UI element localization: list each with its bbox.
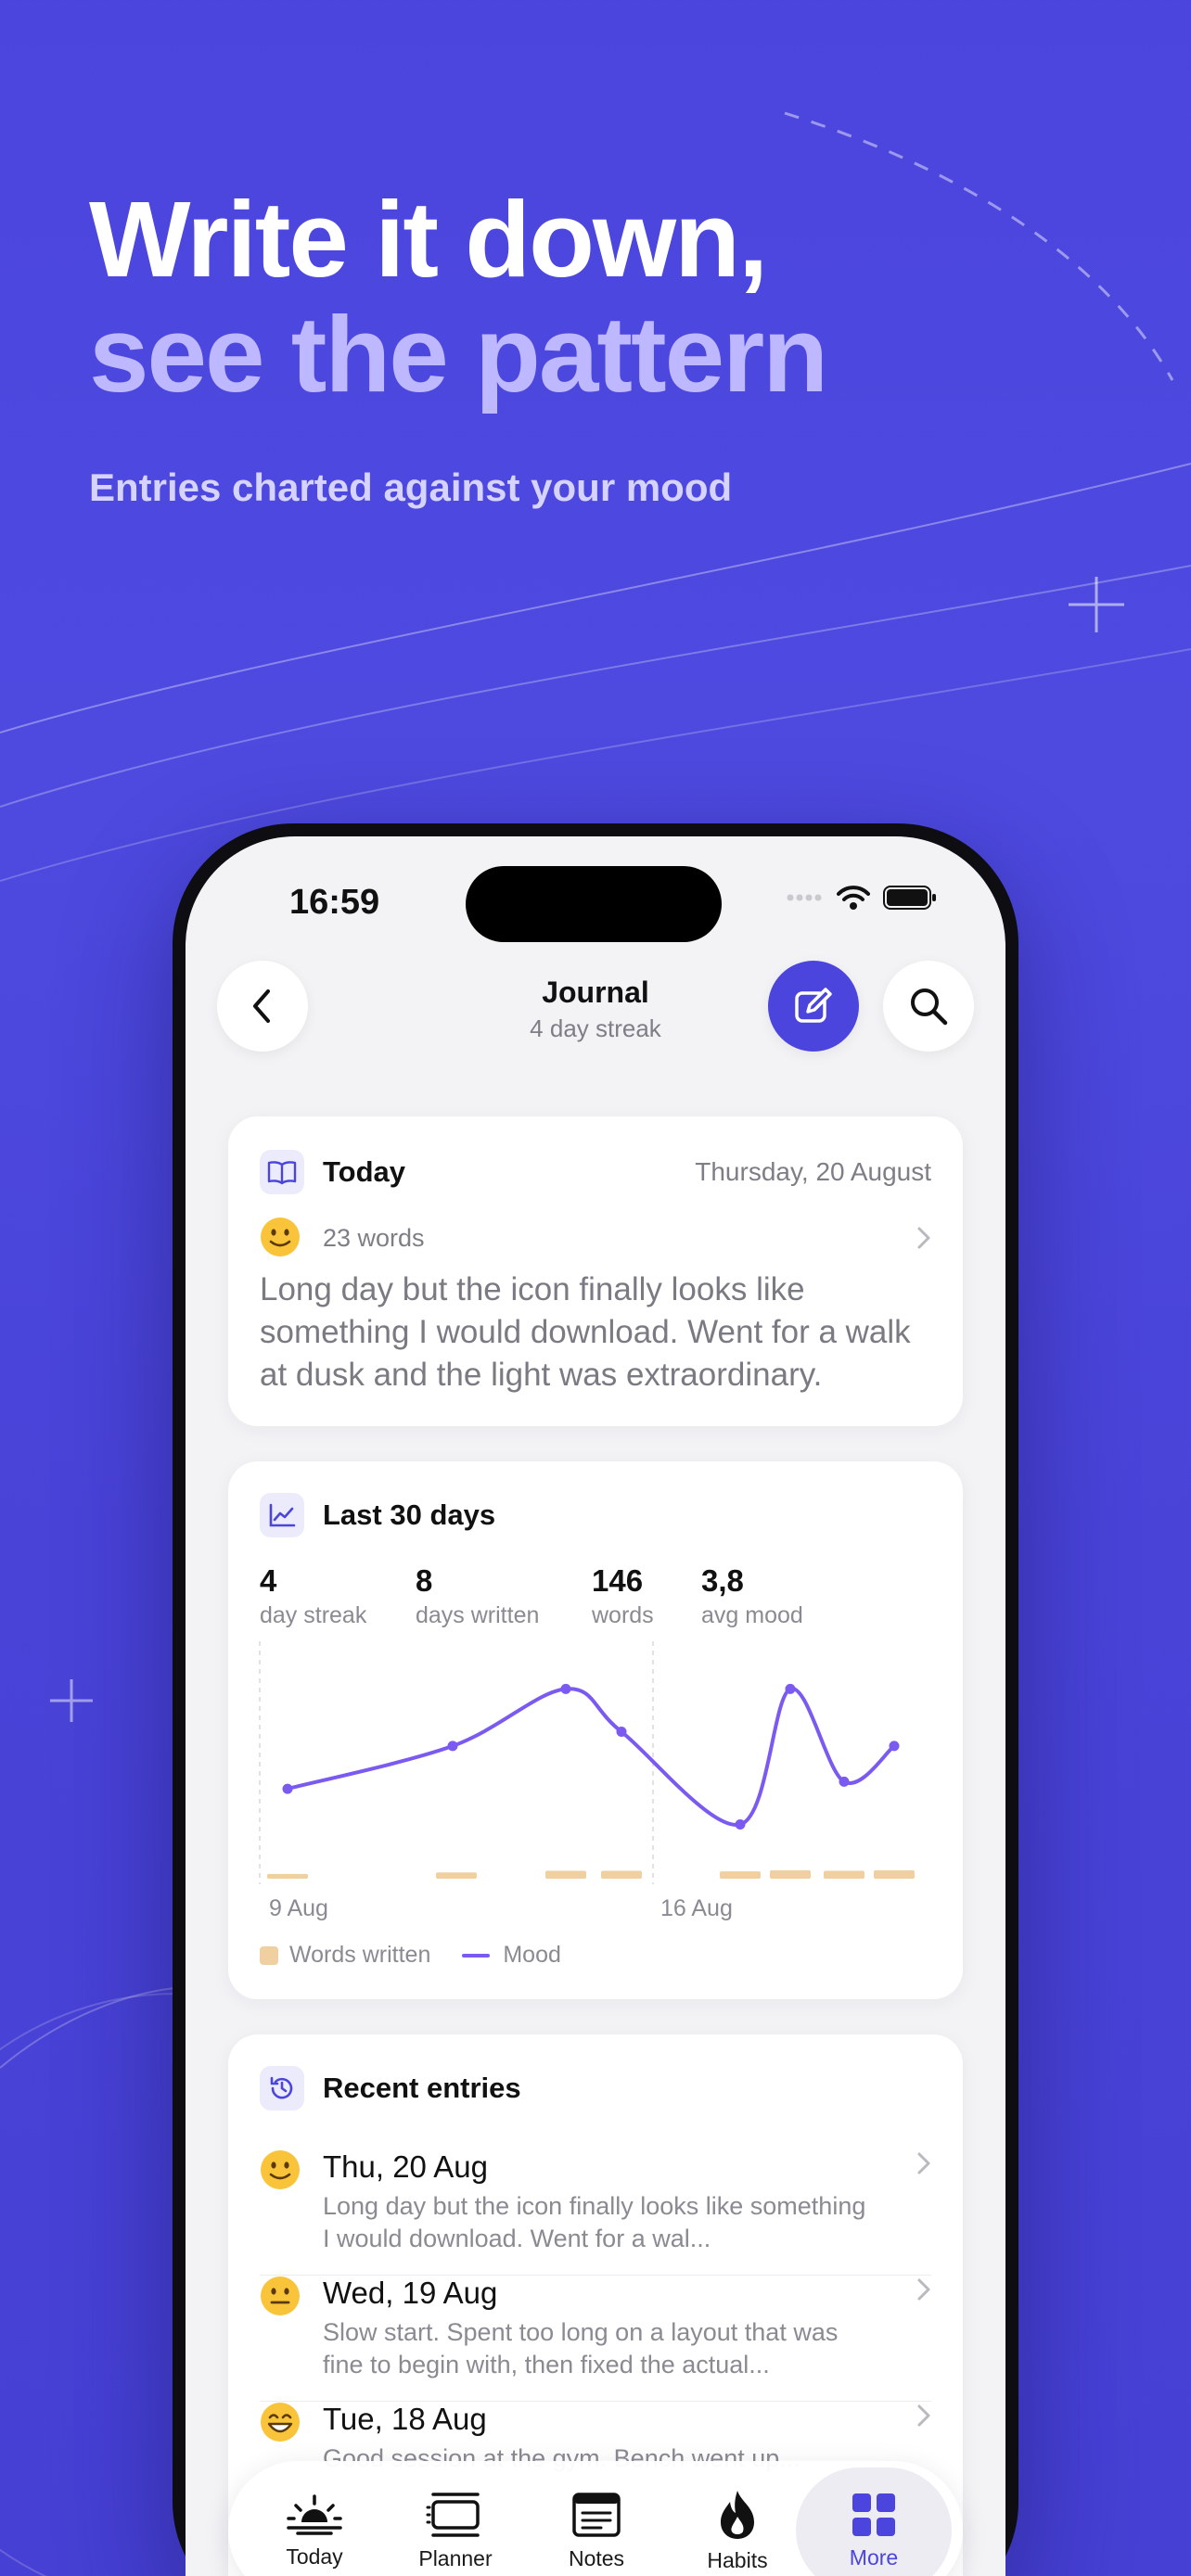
- status-bar: 16:59: [186, 836, 1005, 942]
- signal-icon: [787, 894, 822, 901]
- planner-icon: [426, 2492, 480, 2537]
- page-subtitle: 4 day streak: [530, 1014, 661, 1042]
- tab-label: Habits: [707, 2547, 768, 2572]
- today-date: Thursday, 20 August: [695, 1157, 931, 1186]
- search-button[interactable]: [883, 961, 974, 1052]
- mood-point: [282, 1783, 293, 1794]
- entry-row[interactable]: Thu, 20 Aug Long day but the icon finall…: [228, 2149, 963, 2276]
- grid-icon: [852, 2493, 895, 2536]
- phone-frame: 16:59 Journal 4 day streak Today Thursda…: [173, 823, 1018, 2576]
- neutral-emoji-icon: [261, 2276, 300, 2315]
- status-icons: [787, 885, 937, 911]
- entry-date: Wed, 19 Aug: [323, 2276, 498, 2310]
- words-bar: [770, 1870, 811, 1879]
- battery-icon: [883, 886, 936, 910]
- words-bar: [601, 1870, 642, 1879]
- subheadline: Entries charted against your mood: [89, 465, 733, 509]
- mood-point: [616, 1727, 627, 1738]
- search-icon: [911, 988, 948, 1026]
- mood-point: [735, 1819, 746, 1830]
- chevron-right-icon: [917, 2278, 930, 2301]
- stats-card: Last 30 days 4 day streak 8 days written…: [228, 1461, 963, 1999]
- today-card-title: Today: [323, 1155, 405, 1188]
- today-word-count: 23 words: [323, 1224, 425, 1252]
- tab-planner[interactable]: Planner: [386, 2461, 525, 2576]
- compose-icon: [795, 988, 832, 1023]
- slight-smile-emoji-icon: [261, 2150, 300, 2189]
- chart-legend: Words written Mood: [260, 1942, 561, 1969]
- entry-row[interactable]: Wed, 19 Aug Slow start. Spent too long o…: [228, 2276, 963, 2402]
- words-bar: [545, 1870, 586, 1879]
- tab-label: Today: [286, 2544, 343, 2569]
- today-card[interactable]: Today Thursday, 20 August 23 words Long …: [228, 1116, 963, 1426]
- x-tick-label: 16 Aug: [660, 1895, 733, 1921]
- phone-screen: 16:59 Journal 4 day streak Today Thursda…: [186, 836, 1005, 2576]
- headline-line-2: see the pattern: [89, 294, 828, 414]
- dynamic-island: [466, 866, 722, 942]
- tab-today[interactable]: Today: [245, 2461, 384, 2576]
- words-bar: [720, 1871, 761, 1879]
- chevron-right-icon: [917, 2404, 930, 2427]
- legend-words-label: Words written: [289, 1942, 431, 1968]
- status-time: 16:59: [289, 883, 380, 922]
- words-bar: [824, 1870, 864, 1879]
- nav-bar: Journal 4 day streak: [186, 961, 1005, 1053]
- headline-line-1: Write it down,: [89, 179, 768, 300]
- mood-point: [447, 1741, 458, 1752]
- entry-snippet: Long day but the icon finally looks like…: [323, 2192, 866, 2252]
- x-tick-label: 9 Aug: [269, 1895, 328, 1921]
- compose-button[interactable]: [768, 961, 859, 1052]
- legend-mood-label: Mood: [503, 1942, 561, 1968]
- mood-chart: 9 Aug 16 Aug: [259, 1641, 915, 1921]
- slight-smile-emoji-icon: [261, 1218, 300, 1256]
- mood-point: [785, 1683, 796, 1694]
- tab-more[interactable]: More: [796, 2468, 952, 2576]
- tab-notes[interactable]: Notes: [527, 2461, 666, 2576]
- mood-point: [560, 1683, 571, 1694]
- chevron-right-icon: [917, 2152, 930, 2174]
- history-icon: [260, 2066, 304, 2111]
- tab-label: Notes: [568, 2545, 625, 2570]
- entry-snippet: Slow start. Spent too long on a layout t…: [323, 2318, 839, 2378]
- tab-habits[interactable]: Habits: [668, 2461, 807, 2576]
- sunrise-icon: [287, 2493, 342, 2535]
- legend-words-swatch: [260, 1945, 278, 1965]
- words-bar: [874, 1870, 915, 1879]
- legend-mood-line: [462, 1953, 491, 1958]
- recent-card-title: Recent entries: [323, 2072, 521, 2104]
- today-entry-text: Long day but the icon finally looks like…: [260, 1271, 911, 1393]
- entry-date: Thu, 20 Aug: [323, 2149, 488, 2184]
- chevron-right-icon: [917, 1227, 930, 1249]
- book-icon: [260, 1150, 304, 1194]
- entry-date: Tue, 18 Aug: [323, 2402, 487, 2436]
- headline: Write it down, see the pattern: [89, 179, 828, 414]
- wifi-icon: [837, 886, 870, 910]
- notes-icon: [572, 2492, 621, 2537]
- grin-emoji-icon: [261, 2403, 300, 2442]
- mood-line: [286, 1687, 896, 1827]
- tab-label: Planner: [418, 2545, 493, 2570]
- flame-icon: [721, 2490, 754, 2539]
- tab-label: More: [849, 2544, 899, 2570]
- words-bar: [267, 1873, 308, 1879]
- words-bar: [436, 1872, 477, 1879]
- mood-point: [889, 1741, 900, 1752]
- mood-point: [839, 1776, 850, 1787]
- tab-bar: Today Planner Notes Habits More: [228, 2461, 963, 2576]
